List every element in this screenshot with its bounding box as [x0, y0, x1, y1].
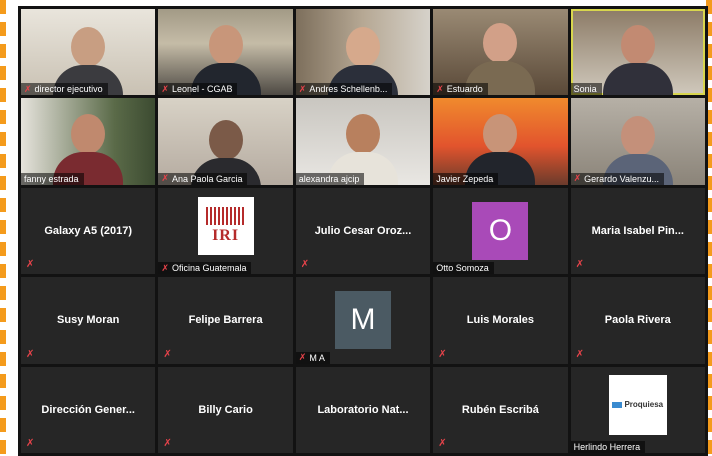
participant-name-label: Herlindo Herrera: [570, 441, 646, 453]
participant-tile[interactable]: IRI ✗ Oficina Guatemala: [158, 187, 293, 275]
proquiesa-logo: Proquiesa: [608, 374, 667, 435]
participant-name-label: ✗ Andres Schellenb...: [295, 83, 393, 96]
participant-tile[interactable]: Javier Zepeda: [433, 98, 568, 185]
microphone-muted-icon: ✗: [163, 348, 172, 360]
microphone-muted-icon: ✗: [298, 83, 307, 94]
participant-name-centered: Luis Morales: [466, 314, 535, 327]
participant-name-label: ✗ Ana Paola Garcia: [158, 172, 248, 185]
participant-tile[interactable]: fanny estrada: [21, 98, 156, 185]
participant-tile[interactable]: ✗ Estuardo: [433, 9, 568, 96]
iri-logo: IRI: [197, 196, 254, 255]
participant-name-label: alexandra ajcip: [295, 172, 365, 185]
microphone-muted-icon: ✗: [26, 348, 35, 360]
microphone-muted-icon: ✗: [298, 352, 307, 363]
participant-name-centered: Felipe Barrera: [188, 314, 263, 327]
participant-name-label: ✗ Gerardo Valenzu...: [570, 172, 665, 185]
participant-avatar: O: [472, 201, 529, 260]
participant-tile-active-speaker[interactable]: Sonia: [570, 9, 705, 96]
participant-name-centered: Laboratorio Nat...: [317, 403, 409, 416]
participant-name-centered: Julio Cesar Oroz...: [314, 224, 412, 237]
microphone-muted-icon: ✗: [436, 83, 444, 94]
microphone-muted-icon: ✗: [26, 438, 35, 449]
microphone-muted-icon: ✗: [24, 83, 32, 94]
microphone-muted-icon: ✗: [575, 348, 584, 360]
participant-name-label: Javier Zepeda: [433, 172, 499, 185]
participant-name-label: ✗ Oficina Guatemala: [158, 262, 252, 275]
participant-name-label: Otto Somoza: [433, 262, 494, 275]
microphone-muted-icon: ✗: [573, 173, 582, 184]
participant-tile[interactable]: ✗ Gerardo Valenzu...: [570, 98, 705, 185]
participant-name-label: ✗ Leonel - CGAB: [158, 83, 238, 96]
participant-name-label: Sonia: [570, 83, 602, 96]
microphone-muted-icon: ✗: [161, 173, 169, 184]
microphone-muted-icon: ✗: [300, 259, 310, 271]
microphone-muted-icon: ✗: [26, 259, 35, 271]
participant-name-label: ✗ M A: [295, 351, 330, 364]
participant-name-centered: Paola Rivera: [604, 314, 671, 327]
participant-name-centered: Maria Isabel Pin...: [591, 224, 684, 237]
participant-tile[interactable]: Dirección Gener... ✗: [21, 366, 156, 453]
participant-tile[interactable]: Paola Rivera ✗: [570, 277, 705, 364]
participant-name-centered: Rubén Escribá: [461, 403, 539, 416]
participant-avatar: M: [334, 291, 391, 350]
participant-name-label: ✗ Estuardo: [433, 83, 488, 96]
microphone-muted-icon: ✗: [575, 259, 584, 271]
participant-tile[interactable]: Billy Cario ✗: [158, 366, 293, 453]
microphone-muted-icon: ✗: [163, 438, 172, 449]
participant-name-centered: Dirección Gener...: [41, 403, 135, 416]
participant-tile[interactable]: Luis Morales ✗: [433, 277, 568, 364]
participant-tile[interactable]: ✗ Ana Paola Garcia: [158, 98, 293, 185]
participant-tile[interactable]: M ✗ M A: [295, 277, 431, 364]
microphone-muted-icon: ✗: [161, 83, 169, 94]
participant-tile[interactable]: O Otto Somoza: [433, 187, 568, 275]
participant-name-label: ✗ director ejecutivo: [21, 83, 108, 96]
participant-tile[interactable]: alexandra ajcip: [295, 98, 431, 185]
participant-name-centered: Billy Cario: [198, 403, 253, 416]
participant-tile[interactable]: Galaxy A5 (2017) ✗: [21, 187, 156, 275]
participant-tile[interactable]: Maria Isabel Pin... ✗: [570, 187, 705, 275]
participant-video: [602, 25, 673, 96]
microphone-muted-icon: ✗: [438, 348, 447, 360]
participant-tile[interactable]: Susy Moran ✗: [21, 277, 156, 364]
participant-tile[interactable]: Proquiesa Herlindo Herrera: [570, 366, 705, 453]
participant-tile[interactable]: ✗ director ejecutivo: [21, 9, 156, 96]
frame-decoration-left: [0, 0, 6, 456]
participant-name-centered: Susy Moran: [57, 314, 120, 327]
microphone-muted-icon: ✗: [438, 438, 447, 449]
participant-tile[interactable]: ✗ Andres Schellenb...: [295, 9, 431, 96]
microphone-muted-icon: ✗: [161, 262, 169, 273]
participant-tile[interactable]: Laboratorio Nat...: [295, 366, 431, 453]
participant-tile[interactable]: ✗ Leonel - CGAB: [158, 9, 293, 96]
participant-tile[interactable]: Julio Cesar Oroz... ✗: [295, 187, 431, 275]
participant-tile[interactable]: Rubén Escribá ✗: [433, 366, 568, 453]
gallery-view-grid: ✗ director ejecutivo ✗ Leonel - CGAB ✗ A…: [18, 6, 708, 456]
participant-name-centered: Galaxy A5 (2017): [44, 224, 133, 237]
participant-tile[interactable]: Felipe Barrera ✗: [158, 277, 293, 364]
participant-name-label: fanny estrada: [21, 172, 84, 185]
